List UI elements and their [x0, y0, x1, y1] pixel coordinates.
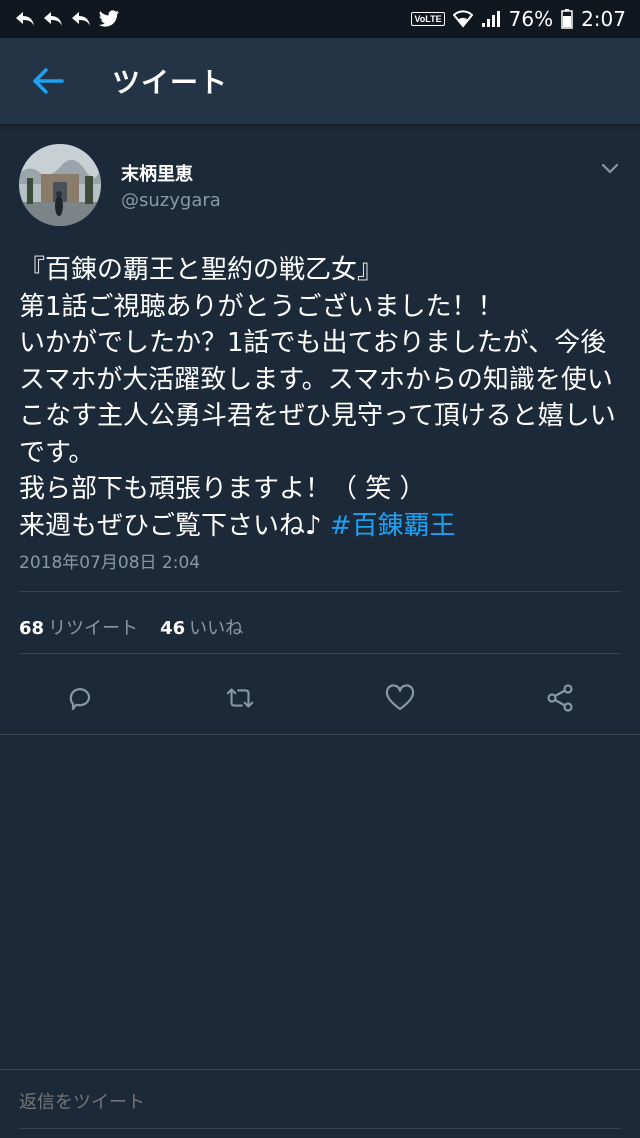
retweet-label: リツイート — [48, 618, 139, 639]
retweet-button[interactable] — [224, 682, 256, 714]
heart-icon — [385, 684, 415, 711]
retweet-count: 68 — [19, 618, 45, 639]
tweet-timestamp: 2018年07月08日 2:04 — [19, 553, 201, 573]
divider — [0, 734, 640, 735]
clock: 2:07 — [581, 7, 626, 31]
signal-icon — [481, 10, 501, 28]
tweet-text: 『百錬の覇王と聖約の戦乙女』 第1話ご視聴ありがとうございました！！ いかがでし… — [19, 252, 624, 544]
tweet-actions — [0, 676, 640, 720]
reply-bar — [0, 1069, 640, 1138]
like-count: 46 — [160, 618, 186, 639]
back-button[interactable] — [0, 38, 96, 124]
like-stat[interactable]: 46 いいね — [160, 614, 243, 640]
tweet-body: 『百錬の覇王と聖約の戦乙女』 第1話ご視聴ありがとうございました！！ いかがでし… — [19, 255, 616, 541]
like-label: いいね — [189, 618, 244, 639]
page-title: ツイート — [112, 66, 229, 99]
battery-icon — [561, 9, 573, 29]
back-arrow-icon — [33, 68, 64, 94]
share-icon — [547, 684, 573, 712]
like-button[interactable] — [384, 682, 416, 714]
retweet-icon — [226, 688, 254, 708]
reply-underline — [19, 1128, 621, 1129]
retweet-stat[interactable]: 68 リツイート — [19, 614, 138, 640]
status-bar-notifications — [14, 10, 120, 28]
author-name[interactable]: 末柄里恵 — [121, 160, 193, 186]
status-bar: VoLTE 76% 2:07 — [0, 0, 640, 38]
tweet-stats: 68 リツイート 46 いいね — [19, 614, 243, 640]
tweet-menu-button[interactable] — [598, 156, 622, 180]
tweet-detail: 末柄里恵 @suzygara 『百錬の覇王と聖約の戦乙女』 第1話ご視聴ありがと… — [0, 124, 640, 735]
app-bar: ツイート — [0, 38, 640, 124]
author-handle[interactable]: @suzygara — [121, 190, 221, 211]
wifi-icon — [452, 10, 473, 28]
tweet-author[interactable]: 末柄里恵 @suzygara — [0, 124, 640, 234]
chevron-down-icon — [601, 163, 619, 174]
share-button[interactable] — [544, 682, 576, 714]
divider — [19, 591, 621, 592]
status-bar-system: VoLTE 76% 2:07 — [411, 7, 626, 31]
reply-arrow-icon — [14, 10, 36, 28]
reply-arrow-icon — [42, 10, 64, 28]
battery-percent: 76% — [508, 7, 554, 31]
hashtag-link[interactable]: #百錬覇王 — [330, 511, 456, 541]
twitter-bird-icon — [98, 10, 120, 28]
avatar[interactable] — [19, 144, 101, 226]
reply-button[interactable] — [64, 682, 96, 714]
reply-icon — [69, 688, 91, 711]
volte-badge: VoLTE — [411, 12, 445, 26]
reply-arrow-icon — [70, 10, 92, 28]
reply-input[interactable] — [19, 1092, 621, 1113]
divider — [19, 653, 621, 654]
